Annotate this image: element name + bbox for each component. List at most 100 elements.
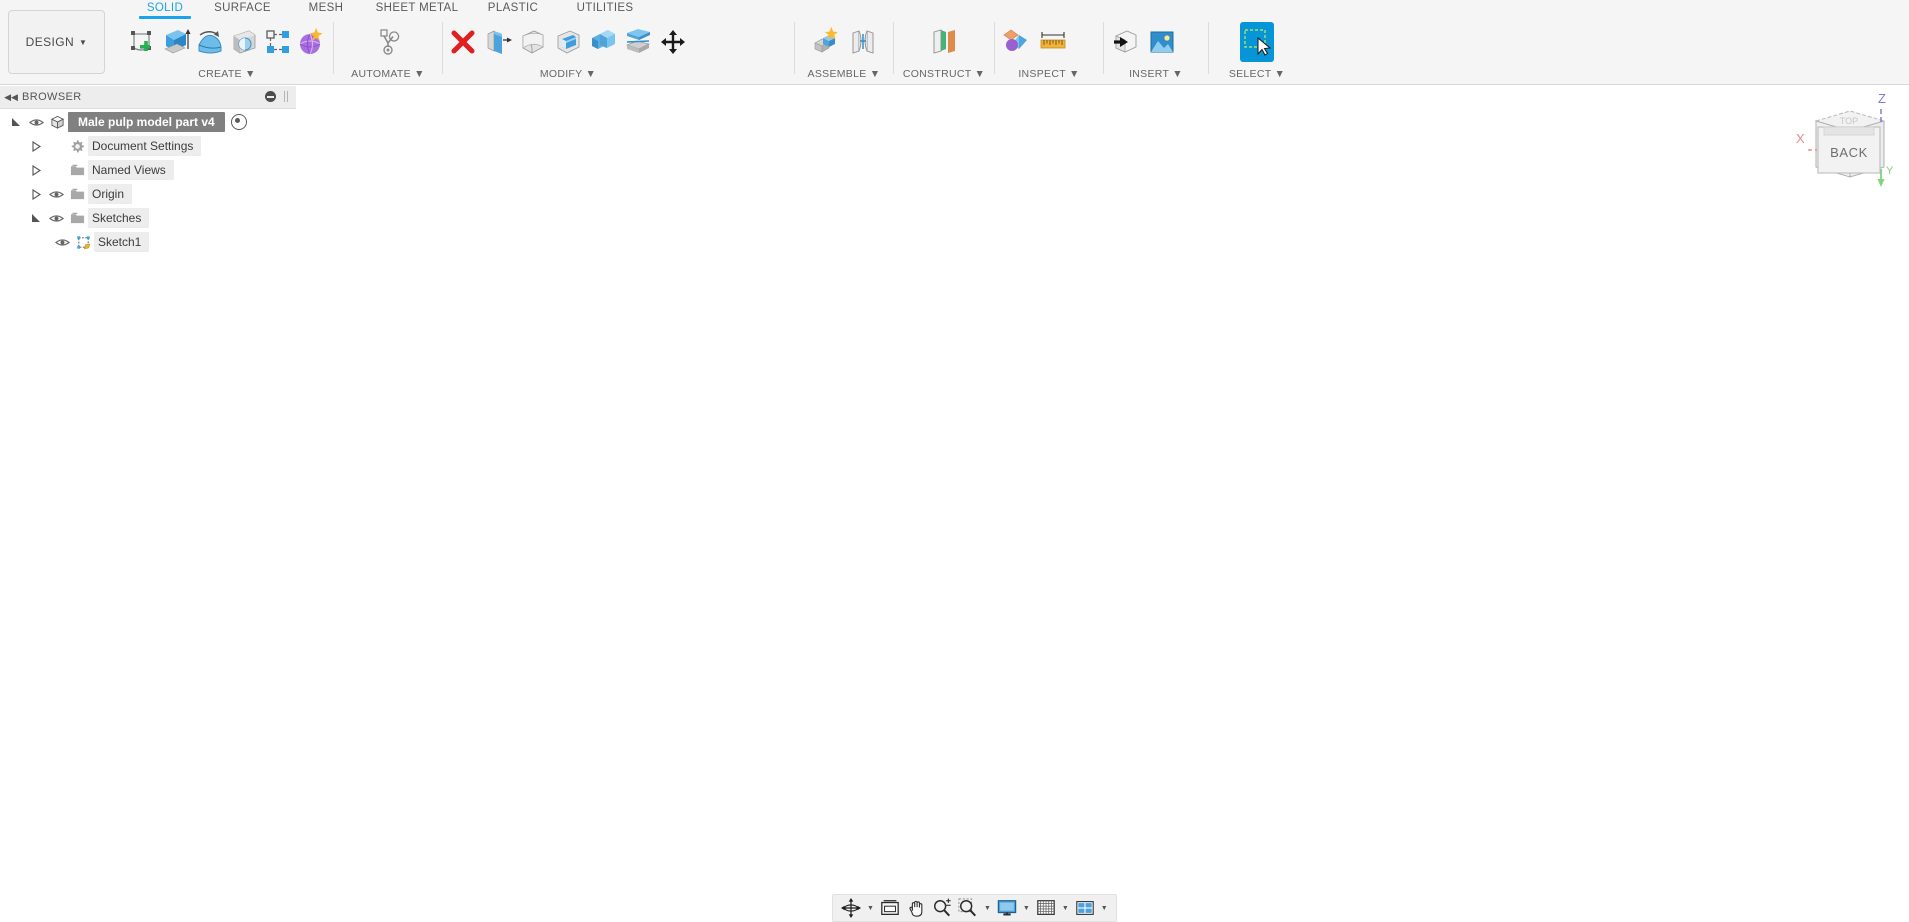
panel-resize-grip[interactable] [284,91,288,102]
expander-expanded-icon[interactable] [6,117,26,128]
tree-node-label: Sketches [88,208,150,228]
tree-node-label: Origin [88,184,133,204]
automate-icon[interactable] [371,22,405,62]
form-icon[interactable] [297,22,328,62]
tree-node-sketch1[interactable]: Sketch1 [0,230,296,254]
fusion360-window: DESIGN ▼ SOLID SURFACE MESH SHEET METAL … [0,0,1909,922]
browser-tree: Male pulp model part v4 Document Setting… [0,110,296,254]
tree-node-sketches[interactable]: Sketches [0,206,296,230]
revolve-icon[interactable] [194,22,225,62]
insert-image-icon[interactable] [1145,22,1179,62]
tab-utilities[interactable]: UTILITIES [559,0,651,14]
expander-collapsed-icon[interactable] [26,164,46,176]
expander-collapsed-icon[interactable] [26,188,46,200]
zoom-icon[interactable] [930,897,954,919]
viewcube-face-label: BACK [1830,145,1868,160]
visibility-eye-icon[interactable] [52,237,72,248]
tree-node-named-views[interactable]: Named Views [0,158,296,182]
ribbon-group-select: SELECT ▼ [1209,20,1305,80]
fillet-icon[interactable] [517,22,549,62]
activate-component-radio[interactable] [230,114,247,130]
lower-sketch-outline[interactable] [792,737,1025,837]
ribbon-group-construct: CONSTRUCT ▼ [894,20,994,80]
lower-sketch-region[interactable] [792,737,1025,837]
tab-solid[interactable]: SOLID [130,0,200,19]
pan-icon[interactable] [904,897,928,919]
create-sketch-icon[interactable] [126,22,157,62]
shell-icon[interactable] [552,22,584,62]
ribbon-group-inspect: INSPECT ▼ [995,20,1103,80]
measure-icon[interactable] [1036,22,1070,62]
viewcube-svg[interactable]: BACK TOP [1800,95,1900,195]
extrude-icon[interactable] [160,22,191,62]
delete-icon[interactable] [447,22,479,62]
select-window-icon[interactable] [1240,22,1274,62]
viewcube-top-edge-band[interactable] [1823,126,1875,136]
pattern-icon[interactable] [263,22,294,62]
visibility-eye-icon[interactable] [26,117,46,128]
display-settings-icon[interactable] [995,897,1019,919]
tab-sheet-metal[interactable]: SHEET METAL [367,0,467,14]
viewcube-y-arrow [1877,179,1885,187]
viewcube[interactable]: BACK TOP Z X Y [1796,91,1900,195]
ribbon-group-automate-label: AUTOMATE ▼ [351,68,425,80]
zoom-window-icon[interactable] [956,897,980,919]
ribbon-group-assemble: ASSEMBLE ▼ [795,20,893,80]
viewport-layout-icon[interactable] [1073,897,1097,919]
profile-region-upper[interactable] [806,330,895,424]
tree-node-label: Sketch1 [94,232,150,252]
inspect-icon[interactable] [999,22,1033,62]
sketch-plane-outline[interactable] [714,345,1103,507]
tree-node-document-settings[interactable]: Document Settings [0,134,296,158]
new-component-icon[interactable] [809,22,843,62]
expander-collapsed-icon[interactable] [26,140,46,152]
viewcube-top-label: TOP [1840,116,1858,126]
ribbon-group-select-label: SELECT ▼ [1228,68,1286,80]
sketch-plane-region[interactable] [714,345,1103,507]
look-at-icon[interactable] [878,897,902,919]
browser-collapse-icon[interactable]: ◀◀ [0,92,22,103]
chevron-down-icon[interactable]: ▼ [1062,905,1069,912]
offset-face-icon[interactable] [622,22,654,62]
tab-sheet-metal-label: SHEET METAL [375,2,459,14]
joint-icon[interactable] [846,22,880,62]
ribbon-group-automate: AUTOMATE ▼ [334,20,442,80]
chevron-down-icon[interactable]: ▼ [984,905,991,912]
profile-region-lower[interactable] [806,433,895,480]
ribbon-group-insert-label: INSERT ▼ [1129,68,1183,80]
tab-surface[interactable]: SURFACE [200,0,285,14]
ribbon-group-modify-label: MODIFY ▼ [539,68,597,80]
viewcube-axis-x-label: X [1796,131,1805,146]
chevron-down-icon[interactable]: ▼ [1101,905,1108,912]
origin-point[interactable] [899,419,915,435]
chevron-down-icon[interactable]: ▼ [1023,905,1030,912]
chevron-down-icon[interactable]: ▼ [867,905,874,912]
viewcube-axis-z-label: Z [1878,91,1886,106]
insert-derive-icon[interactable] [1108,22,1142,62]
minus-circle-icon[interactable] [265,91,276,102]
workspace-selector-button[interactable]: DESIGN ▼ [8,10,105,74]
construct-plane-icon[interactable] [927,22,961,62]
move-copy-icon[interactable] [657,22,689,62]
orbit-icon[interactable] [839,897,863,919]
tab-plastic[interactable]: PLASTIC [467,0,559,14]
combine-icon[interactable] [587,22,619,62]
tree-node-root-component[interactable]: Male pulp model part v4 [0,110,296,134]
component-icon [46,115,68,130]
tab-mesh[interactable]: MESH [285,0,367,14]
ribbon-group-create-label: CREATE ▼ [198,68,256,80]
sketch-icon [72,235,94,250]
visibility-eye-icon[interactable] [46,189,66,200]
ribbon-toolbar: DESIGN ▼ SOLID SURFACE MESH SHEET METAL … [0,0,1909,85]
sketch-profile-regions[interactable] [806,330,895,480]
press-pull-icon[interactable] [482,22,514,62]
tree-node-origin[interactable]: Origin [0,182,296,206]
folder-icon [66,211,88,225]
viewcube-axis-y-label: Y [1886,165,1894,177]
workspace-label: DESIGN [25,35,75,49]
sweep-icon[interactable] [229,22,260,62]
visibility-eye-icon[interactable] [46,213,66,224]
tab-plastic-label: PLASTIC [487,2,539,14]
expander-expanded-icon[interactable] [26,213,46,224]
grid-snaps-icon[interactable] [1034,897,1058,919]
